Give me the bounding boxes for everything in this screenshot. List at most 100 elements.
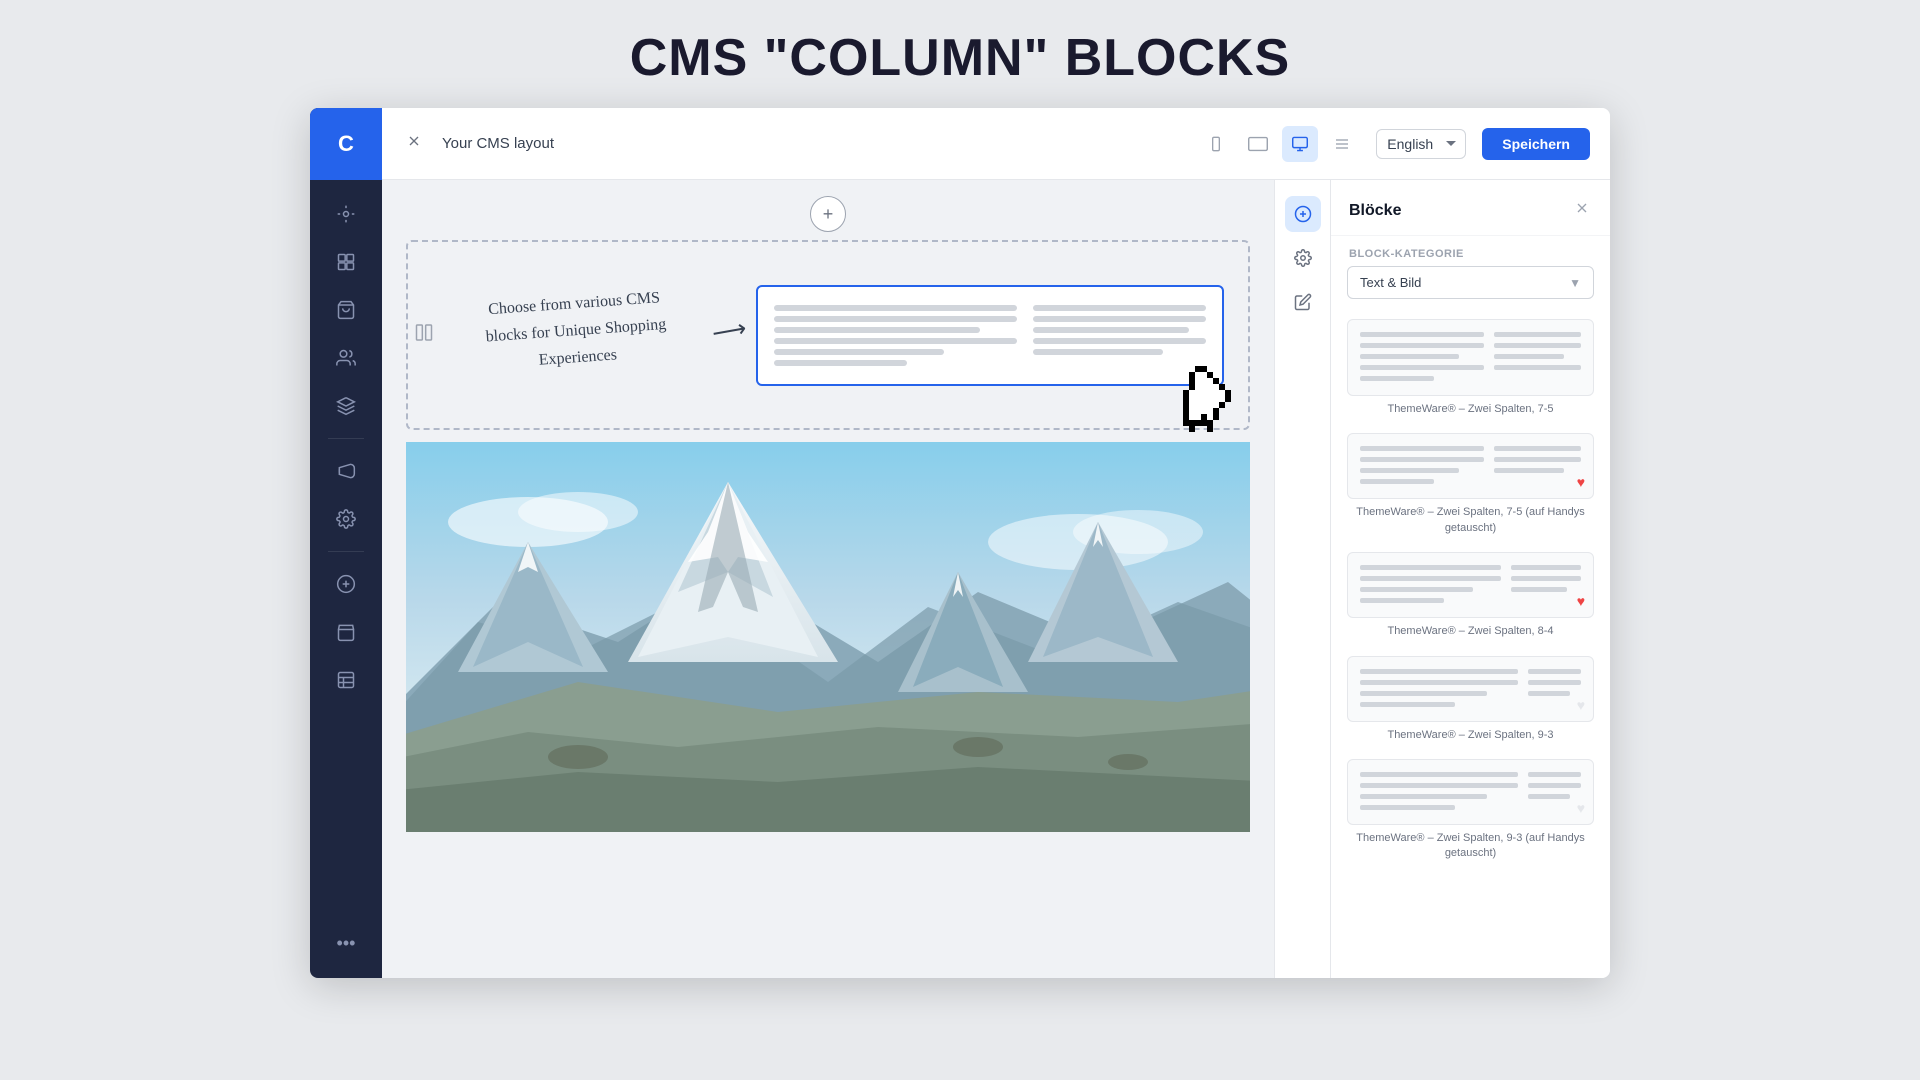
preview-line xyxy=(1360,772,1518,777)
preview-line xyxy=(1360,680,1518,685)
preview-line xyxy=(1360,794,1487,799)
block-item-5[interactable]: ♥ ThemeWare® – Zwei Spalten, 9-3 (auf Ha… xyxy=(1347,759,1594,862)
block-item-3[interactable]: ♥ ThemeWare® – Zwei Spalten, 8-4 xyxy=(1347,552,1594,639)
preview-line xyxy=(1033,316,1206,322)
dropdown-arrow-icon: ▼ xyxy=(1569,276,1581,290)
close-button[interactable] xyxy=(402,129,426,158)
preview-line xyxy=(1494,343,1581,348)
block-preview-col-left-1 xyxy=(1360,332,1484,383)
block-preview-col-left-3 xyxy=(1360,565,1501,605)
sidebar-item-megaphone[interactable] xyxy=(324,449,368,493)
preview-line xyxy=(1528,669,1581,674)
save-button[interactable]: Speichern xyxy=(1482,128,1590,160)
block-item-1[interactable]: ThemeWare® – Zwei Spalten, 7-5 xyxy=(1347,319,1594,417)
block-kategorie-value: Text & Bild xyxy=(1360,275,1421,290)
tablet-view-button[interactable] xyxy=(1240,126,1276,162)
preview-line xyxy=(774,316,1017,322)
edit-strip-button[interactable] xyxy=(1285,284,1321,320)
block-item-label-1: ThemeWare® – Zwei Spalten, 7-5 xyxy=(1347,402,1594,417)
preview-line xyxy=(1360,468,1459,473)
blocks-panel-close-button[interactable] xyxy=(1572,198,1592,223)
sidebar-icons xyxy=(324,180,368,925)
annotation-arrow: ⟶ xyxy=(709,314,748,349)
sidebar-more-button[interactable]: ••• xyxy=(329,925,364,962)
preview-line xyxy=(1528,794,1570,799)
sidebar-item-table[interactable] xyxy=(324,658,368,702)
sidebar-item-dashboard[interactable] xyxy=(324,192,368,236)
preview-line xyxy=(1528,691,1570,696)
preview-line xyxy=(1494,365,1581,370)
page-title-area: CMS "COLUMN" BLOCKS xyxy=(0,0,1920,108)
preview-line xyxy=(1511,565,1581,570)
preview-line xyxy=(1033,349,1163,355)
block-preview-col-right-5 xyxy=(1528,772,1581,812)
sidebar-item-users[interactable] xyxy=(324,336,368,380)
left-sidebar: C xyxy=(310,108,382,978)
preview-line xyxy=(1494,354,1564,359)
block-item-2[interactable]: ♥ ThemeWare® – Zwei Spalten, 7-5 (auf Ha… xyxy=(1347,433,1594,536)
image-block xyxy=(406,442,1250,832)
preview-line xyxy=(1528,783,1581,788)
sidebar-item-plus[interactable] xyxy=(324,562,368,606)
preview-line xyxy=(1511,587,1567,592)
editor-area: + Choose from various CMSblocks for Uniq… xyxy=(382,180,1610,978)
sidebar-item-settings[interactable] xyxy=(324,497,368,541)
annotation: Choose from various CMSblocks for Unique… xyxy=(436,290,716,372)
column-indicator-icon[interactable] xyxy=(406,319,442,352)
preview-line xyxy=(1360,376,1434,381)
preview-line xyxy=(1360,479,1434,484)
preview-line xyxy=(1528,680,1581,685)
preview-line xyxy=(1360,691,1487,696)
add-block-button[interactable]: + xyxy=(810,196,846,232)
preview-line xyxy=(1360,669,1518,674)
block-preview-4: ♥ xyxy=(1347,656,1594,722)
preview-line xyxy=(1494,468,1564,473)
sidebar-item-layers[interactable] xyxy=(324,384,368,428)
top-bar: Your CMS layout English Deutsch xyxy=(382,108,1610,180)
sidebar-logo[interactable]: C xyxy=(310,108,382,180)
selected-block-preview[interactable] xyxy=(756,285,1224,386)
block-preview-rows-2 xyxy=(1360,446,1581,486)
add-block-row: + xyxy=(382,180,1274,240)
right-strip xyxy=(1274,180,1330,978)
view-icons xyxy=(1198,126,1360,162)
mobile-view-button[interactable] xyxy=(1198,126,1234,162)
preview-col-right xyxy=(1033,305,1206,366)
preview-line xyxy=(774,349,944,355)
favorite-button-5[interactable]: ♥ xyxy=(1577,800,1585,816)
cms-layout-title: Your CMS layout xyxy=(442,135,554,152)
sidebar-item-pages[interactable] xyxy=(324,240,368,284)
preview-line xyxy=(1360,598,1444,603)
block-kategorie-dropdown[interactable]: Text & Bild ▼ xyxy=(1347,266,1594,299)
page-title: CMS "COLUMN" BLOCKS xyxy=(0,28,1920,88)
block-preview-col-left-2 xyxy=(1360,446,1484,486)
settings-strip-button[interactable] xyxy=(1285,240,1321,276)
block-preview-col-left-5 xyxy=(1360,772,1518,812)
mountain-svg xyxy=(406,442,1250,832)
block-item-label-4: ThemeWare® – Zwei Spalten, 9-3 xyxy=(1347,728,1594,743)
language-select[interactable]: English Deutsch Français xyxy=(1376,129,1466,159)
preview-line xyxy=(1360,354,1459,359)
desktop-view-button[interactable] xyxy=(1282,126,1318,162)
content-area: Your CMS layout English Deutsch xyxy=(382,108,1610,978)
favorite-button-2[interactable]: ♥ xyxy=(1577,474,1585,490)
block-preview-rows-4 xyxy=(1360,669,1581,709)
block-preview-rows-3 xyxy=(1360,565,1581,605)
sidebar-item-shop[interactable] xyxy=(324,610,368,654)
add-block-strip-button[interactable] xyxy=(1285,196,1321,232)
list-view-button[interactable] xyxy=(1324,126,1360,162)
cms-block-container: Choose from various CMSblocks for Unique… xyxy=(406,240,1250,430)
block-item-4[interactable]: ♥ ThemeWare® – Zwei Spalten, 9-3 xyxy=(1347,656,1594,743)
block-item-label-2: ThemeWare® – Zwei Spalten, 7-5 (auf Hand… xyxy=(1347,505,1594,536)
favorite-button-3[interactable]: ♥ xyxy=(1577,593,1585,609)
preview-line xyxy=(1494,332,1581,337)
sidebar-item-bag[interactable] xyxy=(324,288,368,332)
preview-line xyxy=(1360,805,1455,810)
favorite-button-4[interactable]: ♥ xyxy=(1577,697,1585,713)
preview-line xyxy=(1360,446,1484,451)
sidebar-bottom: ••• xyxy=(329,925,364,978)
block-wrapper: Choose from various CMSblocks for Unique… xyxy=(406,240,1250,430)
blocks-panel: Blöcke Block-Kategorie Text & Bild ▼ xyxy=(1330,180,1610,978)
block-preview-col-left-4 xyxy=(1360,669,1518,709)
preview-line xyxy=(1033,338,1206,344)
